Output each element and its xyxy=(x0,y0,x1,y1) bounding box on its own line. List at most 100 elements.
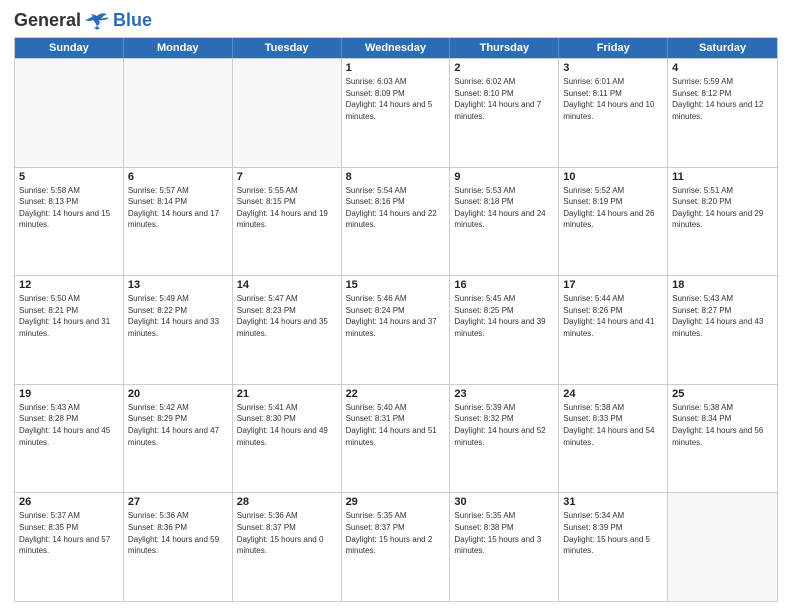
day-info: Sunrise: 6:01 AMSunset: 8:11 PMDaylight:… xyxy=(563,76,663,122)
empty-cell xyxy=(124,59,233,167)
day-number: 21 xyxy=(237,388,337,400)
empty-cell xyxy=(668,493,777,601)
day-number: 18 xyxy=(672,279,773,291)
day-cell-8: 8 Sunrise: 5:54 AMSunset: 8:16 PMDaylight… xyxy=(342,168,451,276)
day-cell-23: 23 Sunrise: 5:39 AMSunset: 8:32 PMDayligh… xyxy=(450,385,559,493)
weekday-header-monday: Monday xyxy=(124,38,233,58)
day-info: Sunrise: 5:35 AMSunset: 8:38 PMDaylight:… xyxy=(454,510,554,556)
day-number: 14 xyxy=(237,279,337,291)
day-cell-3: 3Sunrise: 6:01 AMSunset: 8:11 PMDaylight… xyxy=(559,59,668,167)
day-cell-25: 25Sunrise: 5:38 AMSunset: 8:34 PMDayligh… xyxy=(668,385,777,493)
day-cell-12: 12 Sunrise: 5:50 AMSunset: 8:21 PMDayligh… xyxy=(15,276,124,384)
day-number: 12 xyxy=(19,279,119,291)
day-cell-26: 26 Sunrise: 5:37 AMSunset: 8:35 PMDayligh… xyxy=(15,493,124,601)
day-cell-14: 14 Sunrise: 5:47 AMSunset: 8:23 PMDayligh… xyxy=(233,276,342,384)
day-number: 8 xyxy=(346,171,446,183)
day-cell-28: 28 Sunrise: 5:36 AMSunset: 8:37 PMDayligh… xyxy=(233,493,342,601)
day-number: 17 xyxy=(563,279,663,291)
logo-blue-text: Blue xyxy=(113,10,152,31)
day-cell-17: 17 Sunrise: 5:44 AMSunset: 8:26 PMDayligh… xyxy=(559,276,668,384)
day-number: 27 xyxy=(128,496,228,508)
day-info: Sunrise: 5:36 AMSunset: 8:36 PMDaylight:… xyxy=(128,510,228,556)
day-info: Sunrise: 5:43 AMSunset: 8:27 PMDaylight:… xyxy=(672,293,773,339)
day-info: Sunrise: 5:37 AMSunset: 8:35 PMDaylight:… xyxy=(19,510,119,556)
day-number: 5 xyxy=(19,171,119,183)
day-info: Sunrise: 5:52 AMSunset: 8:19 PMDaylight:… xyxy=(563,185,663,231)
weekday-header-saturday: Saturday xyxy=(668,38,777,58)
day-number: 30 xyxy=(454,496,554,508)
day-info: Sunrise: 5:50 AMSunset: 8:21 PMDaylight:… xyxy=(19,293,119,339)
day-cell-10: 10 Sunrise: 5:52 AMSunset: 8:19 PMDayligh… xyxy=(559,168,668,276)
weekday-header-friday: Friday xyxy=(559,38,668,58)
day-cell-19: 19 Sunrise: 5:43 AMSunset: 8:28 PMDayligh… xyxy=(15,385,124,493)
day-number: 13 xyxy=(128,279,228,291)
logo-bird-icon xyxy=(83,12,111,30)
day-info: Sunrise: 6:02 AMSunset: 8:10 PMDaylight:… xyxy=(454,76,554,122)
day-number: 9 xyxy=(454,171,554,183)
logo-general-text: General xyxy=(14,10,81,31)
day-cell-21: 21 Sunrise: 5:41 AMSunset: 8:30 PMDayligh… xyxy=(233,385,342,493)
day-number: 15 xyxy=(346,279,446,291)
page: General Blue SundayMondayTuesdayWednesda… xyxy=(0,0,792,612)
day-number: 20 xyxy=(128,388,228,400)
day-info: Sunrise: 5:51 AMSunset: 8:20 PMDaylight:… xyxy=(672,185,773,231)
day-info: Sunrise: 5:59 AMSunset: 8:12 PMDaylight:… xyxy=(672,76,773,122)
day-cell-29: 29Sunrise: 5:35 AMSunset: 8:37 PMDayligh… xyxy=(342,493,451,601)
day-cell-1: 1 Sunrise: 6:03 AMSunset: 8:09 PMDaylight… xyxy=(342,59,451,167)
day-info: Sunrise: 5:36 AMSunset: 8:37 PMDaylight:… xyxy=(237,510,337,556)
day-cell-20: 20Sunrise: 5:42 AMSunset: 8:29 PMDayligh… xyxy=(124,385,233,493)
day-number: 10 xyxy=(563,171,663,183)
day-cell-30: 30 Sunrise: 5:35 AMSunset: 8:38 PMDayligh… xyxy=(450,493,559,601)
day-cell-24: 24 Sunrise: 5:38 AMSunset: 8:33 PMDayligh… xyxy=(559,385,668,493)
header: General Blue xyxy=(14,10,778,31)
day-cell-2: 2Sunrise: 6:02 AMSunset: 8:10 PMDaylight… xyxy=(450,59,559,167)
day-cell-13: 13 Sunrise: 5:49 AMSunset: 8:22 PMDayligh… xyxy=(124,276,233,384)
day-number: 24 xyxy=(563,388,663,400)
calendar-week-5: 26 Sunrise: 5:37 AMSunset: 8:35 PMDayligh… xyxy=(15,492,777,601)
day-info: Sunrise: 5:55 AMSunset: 8:15 PMDaylight:… xyxy=(237,185,337,231)
empty-cell xyxy=(15,59,124,167)
weekday-header-thursday: Thursday xyxy=(450,38,559,58)
day-info: Sunrise: 5:39 AMSunset: 8:32 PMDaylight:… xyxy=(454,402,554,448)
day-cell-5: 5Sunrise: 5:58 AMSunset: 8:13 PMDaylight… xyxy=(15,168,124,276)
day-info: Sunrise: 5:35 AMSunset: 8:37 PMDaylight:… xyxy=(346,510,446,556)
day-info: Sunrise: 5:46 AMSunset: 8:24 PMDaylight:… xyxy=(346,293,446,339)
day-info: Sunrise: 5:40 AMSunset: 8:31 PMDaylight:… xyxy=(346,402,446,448)
calendar-week-3: 12 Sunrise: 5:50 AMSunset: 8:21 PMDayligh… xyxy=(15,275,777,384)
day-number: 25 xyxy=(672,388,773,400)
calendar-week-4: 19 Sunrise: 5:43 AMSunset: 8:28 PMDayligh… xyxy=(15,384,777,493)
day-number: 19 xyxy=(19,388,119,400)
day-number: 1 xyxy=(346,62,446,74)
day-number: 31 xyxy=(563,496,663,508)
day-info: Sunrise: 5:43 AMSunset: 8:28 PMDaylight:… xyxy=(19,402,119,448)
day-cell-4: 4 Sunrise: 5:59 AMSunset: 8:12 PMDaylight… xyxy=(668,59,777,167)
day-cell-27: 27 Sunrise: 5:36 AMSunset: 8:36 PMDayligh… xyxy=(124,493,233,601)
day-info: Sunrise: 5:38 AMSunset: 8:33 PMDaylight:… xyxy=(563,402,663,448)
calendar-week-1: 1 Sunrise: 6:03 AMSunset: 8:09 PMDaylight… xyxy=(15,58,777,167)
day-info: Sunrise: 5:41 AMSunset: 8:30 PMDaylight:… xyxy=(237,402,337,448)
day-info: Sunrise: 5:57 AMSunset: 8:14 PMDaylight:… xyxy=(128,185,228,231)
day-number: 4 xyxy=(672,62,773,74)
empty-cell xyxy=(233,59,342,167)
day-cell-6: 6Sunrise: 5:57 AMSunset: 8:14 PMDaylight… xyxy=(124,168,233,276)
day-info: Sunrise: 5:34 AMSunset: 8:39 PMDaylight:… xyxy=(563,510,663,556)
day-number: 23 xyxy=(454,388,554,400)
day-info: Sunrise: 5:49 AMSunset: 8:22 PMDaylight:… xyxy=(128,293,228,339)
weekday-header-tuesday: Tuesday xyxy=(233,38,342,58)
calendar-body: 1 Sunrise: 6:03 AMSunset: 8:09 PMDaylight… xyxy=(15,58,777,601)
day-number: 22 xyxy=(346,388,446,400)
day-number: 28 xyxy=(237,496,337,508)
day-info: Sunrise: 5:47 AMSunset: 8:23 PMDaylight:… xyxy=(237,293,337,339)
day-info: Sunrise: 5:44 AMSunset: 8:26 PMDaylight:… xyxy=(563,293,663,339)
day-cell-16: 16Sunrise: 5:45 AMSunset: 8:25 PMDayligh… xyxy=(450,276,559,384)
logo: General Blue xyxy=(14,10,152,31)
weekday-header-wednesday: Wednesday xyxy=(342,38,451,58)
calendar-week-2: 5Sunrise: 5:58 AMSunset: 8:13 PMDaylight… xyxy=(15,167,777,276)
day-info: Sunrise: 5:53 AMSunset: 8:18 PMDaylight:… xyxy=(454,185,554,231)
day-info: Sunrise: 5:54 AMSunset: 8:16 PMDaylight:… xyxy=(346,185,446,231)
day-number: 26 xyxy=(19,496,119,508)
day-cell-18: 18 Sunrise: 5:43 AMSunset: 8:27 PMDayligh… xyxy=(668,276,777,384)
day-cell-31: 31 Sunrise: 5:34 AMSunset: 8:39 PMDayligh… xyxy=(559,493,668,601)
day-cell-11: 11Sunrise: 5:51 AMSunset: 8:20 PMDayligh… xyxy=(668,168,777,276)
day-info: Sunrise: 6:03 AMSunset: 8:09 PMDaylight:… xyxy=(346,76,446,122)
